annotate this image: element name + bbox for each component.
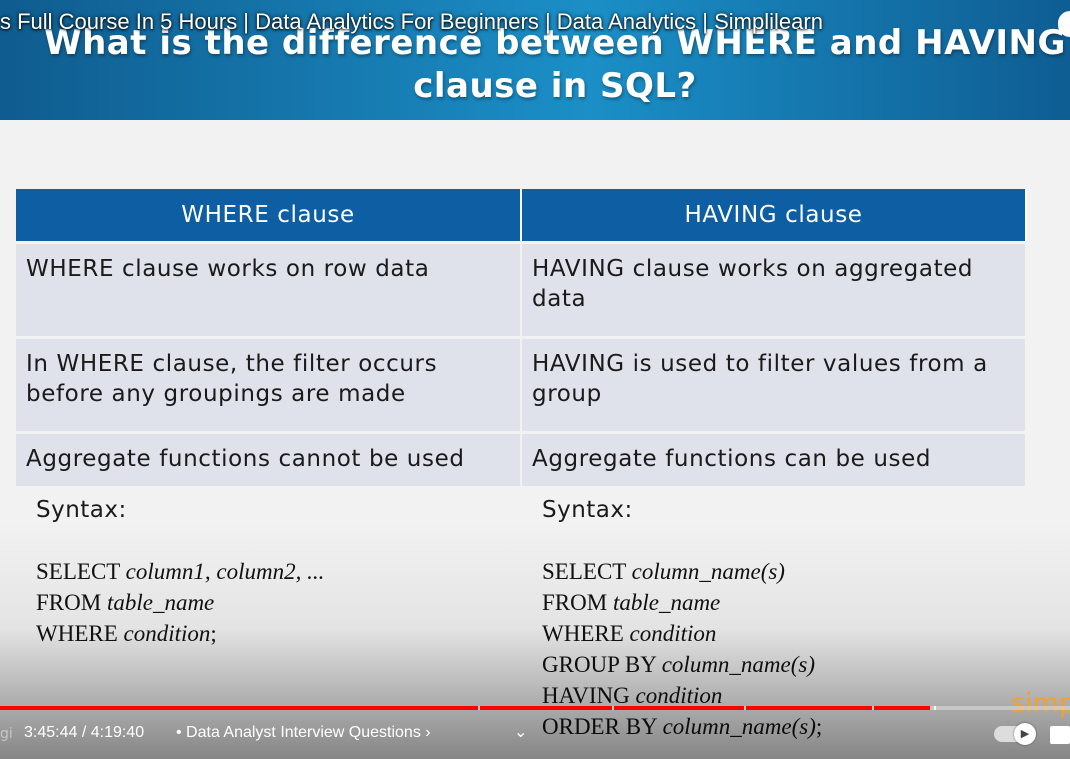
code-line: WHERE condition xyxy=(542,621,717,646)
chapter-marker xyxy=(612,706,614,710)
chevron-down-icon[interactable]: ⌄ xyxy=(514,722,527,741)
code-line: SELECT column1, column2, ... xyxy=(36,559,325,584)
chapter-title-button[interactable]: • Data Analyst Interview Questions › xyxy=(176,724,431,742)
video-title[interactable]: s Full Course In 5 Hours | Data Analytic… xyxy=(0,9,823,35)
video-frame[interactable]: What is the difference between WHERE and… xyxy=(0,0,1070,759)
code-line: GROUP BY column_name(s) xyxy=(542,652,816,677)
progress-fill xyxy=(0,706,930,710)
header-having-clause: HAVING clause xyxy=(521,189,1027,243)
autoplay-toggle[interactable]: ▶ xyxy=(994,723,1036,745)
slide-title-line-2: clause in SQL? xyxy=(413,66,697,106)
where-syntax-label: Syntax: xyxy=(36,497,127,523)
having-row-3-cell: Aggregate functions can be used xyxy=(521,431,1027,486)
time-display: 3:45:44 / 4:19:40 xyxy=(24,724,145,741)
progress-bar[interactable] xyxy=(0,706,1070,710)
code-line: SELECT column_name(s) xyxy=(542,559,785,584)
watermark-text: gi xyxy=(0,726,13,742)
having-row-1-cell: HAVING clause works on aggregated data xyxy=(521,241,1027,338)
chapter-marker xyxy=(744,706,746,710)
code-line: WHERE condition; xyxy=(36,621,217,646)
chapter-marker xyxy=(478,706,480,710)
table-row: WHERE clause works on row data HAVING cl… xyxy=(16,241,1027,338)
subtitles-icon[interactable] xyxy=(1050,726,1070,744)
chapter-marker xyxy=(934,706,936,710)
where-syntax-code: SELECT column1, column2, ... FROM table_… xyxy=(36,556,324,649)
having-syntax-label: Syntax: xyxy=(542,497,633,523)
header-where-clause: WHERE clause xyxy=(16,189,522,243)
having-row-2-cell: HAVING is used to filter values from a g… xyxy=(521,336,1027,433)
comparison-table: WHERE clause HAVING clause WHERE clause … xyxy=(16,189,1027,486)
where-row-2-cell: In WHERE clause, the filter occurs befor… xyxy=(16,336,522,433)
chapter-marker xyxy=(872,706,874,710)
player-controls: gi 3:45:44 / 4:19:40 • Data Analyst Inte… xyxy=(0,714,1070,759)
table-row: Aggregate functions cannot be used Aggre… xyxy=(16,431,1027,486)
where-row-3-cell: Aggregate functions cannot be used xyxy=(16,431,522,486)
table-row: In WHERE clause, the filter occurs befor… xyxy=(16,336,1027,433)
where-row-1-cell: WHERE clause works on row data xyxy=(16,241,522,338)
code-line: FROM table_name xyxy=(542,590,721,615)
code-line: FROM table_name xyxy=(36,590,215,615)
play-icon: ▶ xyxy=(1014,723,1036,745)
